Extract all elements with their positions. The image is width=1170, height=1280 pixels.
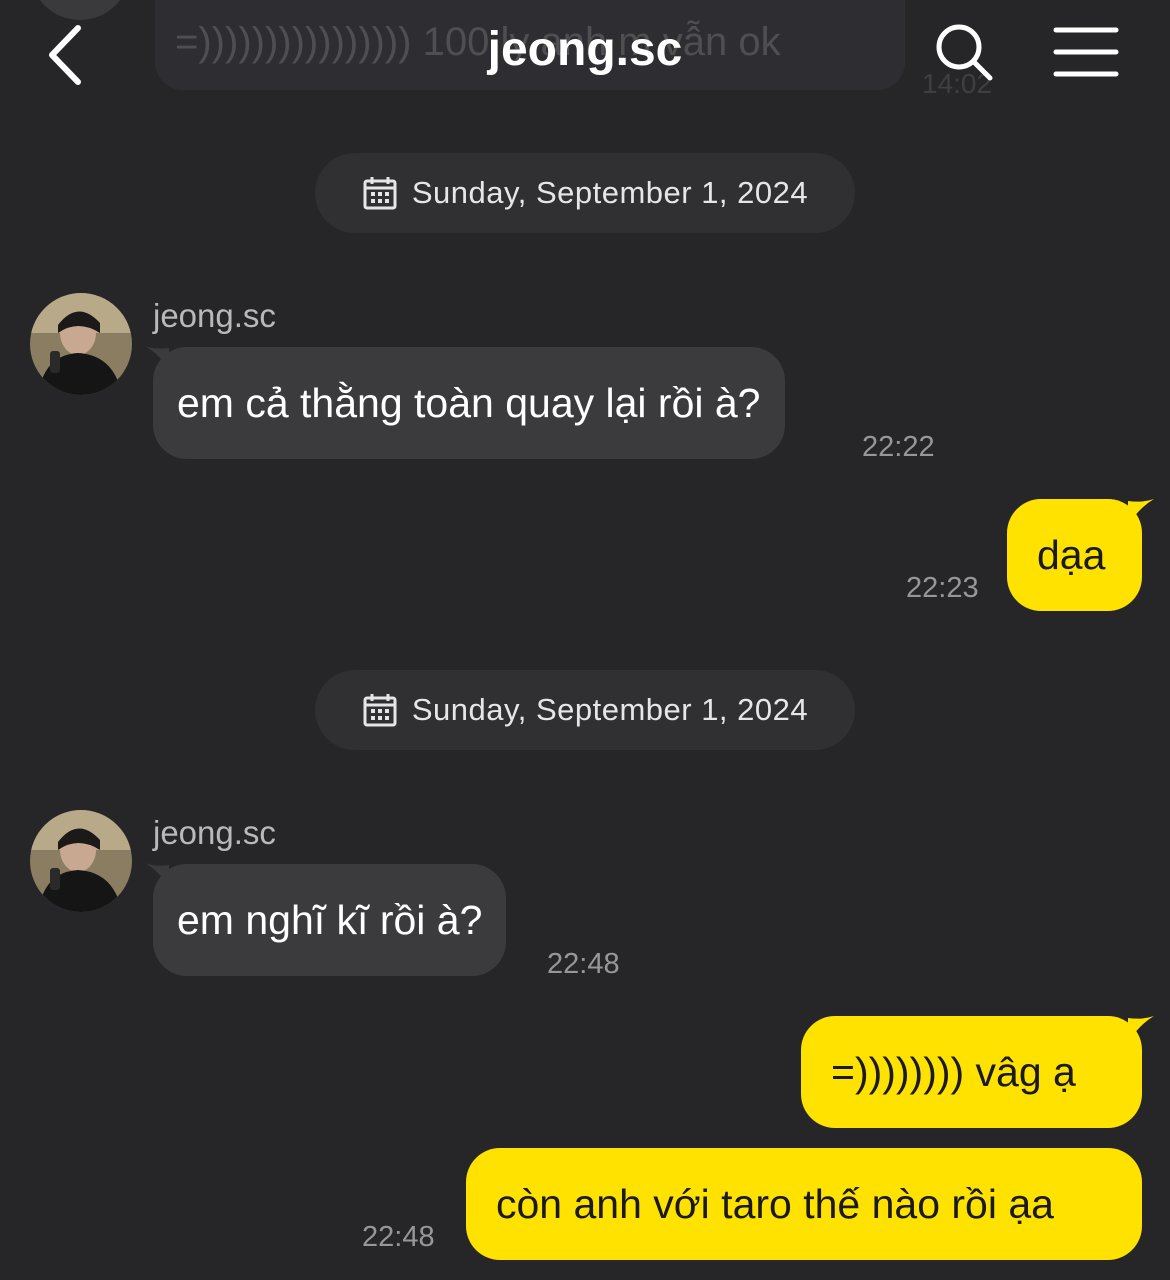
message-bubble-outgoing[interactable]: còn anh với taro thế nào rồi ạa — [466, 1148, 1142, 1260]
avatar-image — [30, 293, 132, 395]
calendar-icon — [363, 177, 397, 210]
avatar[interactable] — [30, 293, 132, 395]
message-text: dạa — [1037, 531, 1106, 578]
sender-name: jeong.sc — [153, 814, 276, 851]
message-text: còn anh với taro thế nào rồi ạa — [496, 1180, 1054, 1227]
message-bubble-incoming[interactable]: em cả thằng toàn quay lại rồi à? — [153, 347, 785, 459]
ghost-avatar — [30, 0, 130, 20]
message-time: 22:48 — [547, 948, 620, 980]
date-separator: Sunday, September 1, 2024 — [315, 670, 855, 750]
date-label: Sunday, September 1, 2024 — [411, 692, 809, 727]
calendar-icon — [363, 694, 397, 727]
avatar[interactable] — [30, 810, 132, 912]
message-text: em nghĩ kĩ rồi à? — [177, 896, 483, 943]
message-time: 22:22 — [862, 431, 935, 463]
hamburger-menu-icon[interactable] — [1052, 24, 1120, 80]
message-bubble-incoming[interactable]: em nghĩ kĩ rồi à? — [153, 864, 507, 976]
sender-name: jeong.sc — [153, 297, 276, 334]
avatar-image — [30, 810, 132, 912]
bubble-tail — [1128, 499, 1154, 525]
message-time: 22:48 — [362, 1221, 435, 1253]
date-label: Sunday, September 1, 2024 — [411, 175, 809, 210]
message-time: 22:23 — [906, 572, 979, 604]
message-bubble-outgoing[interactable]: dạa — [1007, 499, 1142, 611]
date-separator: Sunday, September 1, 2024 — [315, 153, 855, 233]
search-icon[interactable] — [932, 20, 996, 84]
bubble-tail — [1128, 1016, 1154, 1042]
message-bubble-outgoing[interactable]: =)))))))) vâg ạ — [801, 1016, 1142, 1128]
message-text: =)))))))) vâg ạ — [831, 1048, 1076, 1095]
message-text: em cả thằng toàn quay lại rồi à? — [177, 379, 761, 426]
